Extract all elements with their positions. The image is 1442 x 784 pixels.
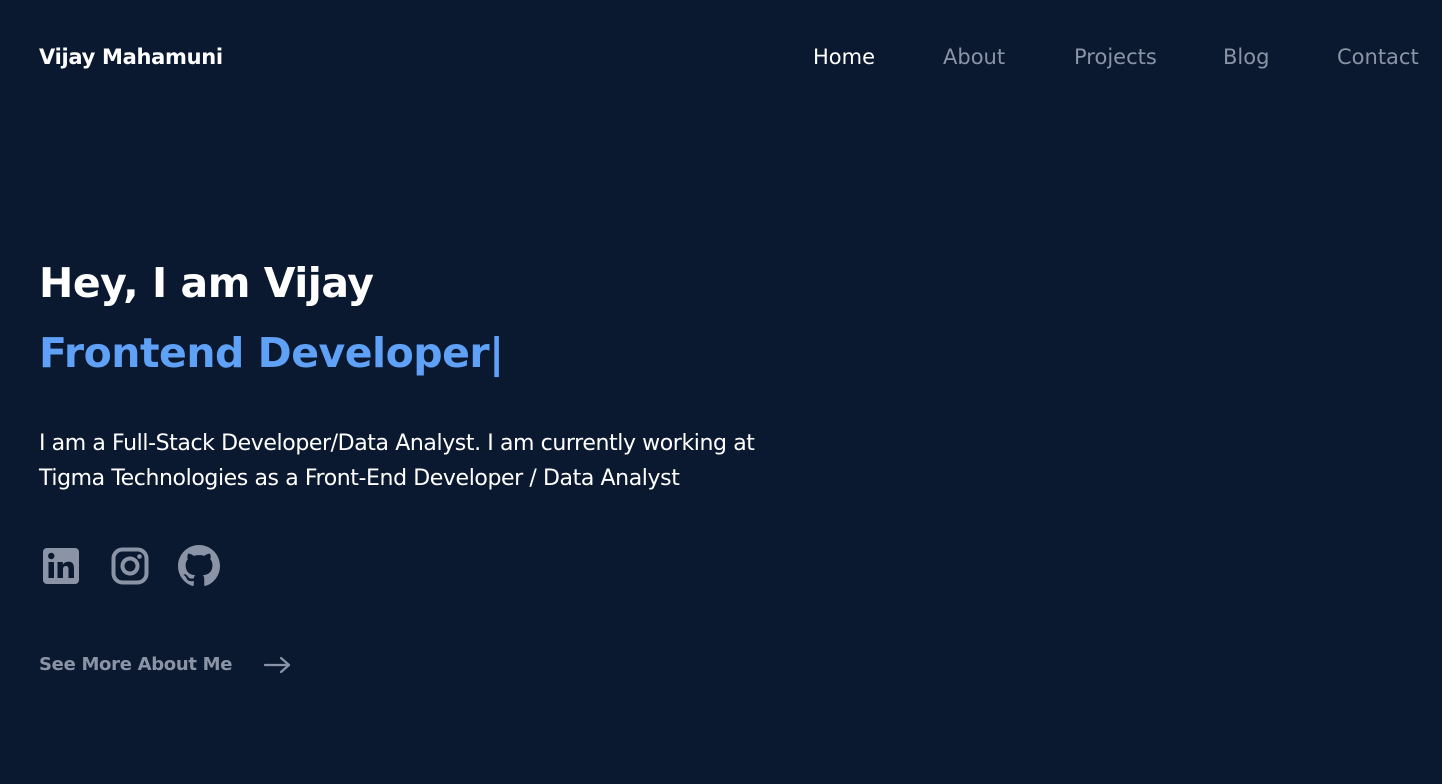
linkedin-icon[interactable] xyxy=(40,545,82,587)
hero-role-typewriter: Frontend Developer| xyxy=(39,329,504,377)
nav-blog[interactable]: Blog xyxy=(1223,43,1269,71)
hero-greeting: Hey, I am Vijay xyxy=(39,259,374,307)
nav-about[interactable]: About xyxy=(943,43,1005,71)
see-more-about-link[interactable]: See More About Me xyxy=(39,651,299,679)
github-icon[interactable] xyxy=(178,545,220,587)
instagram-icon[interactable] xyxy=(109,545,151,587)
nav-home[interactable]: Home xyxy=(813,43,875,71)
arrow-right-icon xyxy=(263,656,291,674)
nav-contact[interactable]: Contact xyxy=(1337,43,1419,71)
main-nav: Home About Projects Blog Contact xyxy=(0,43,1442,71)
hero-description: I am a Full-Stack Developer/Data Analyst… xyxy=(39,431,755,491)
nav-projects[interactable]: Projects xyxy=(1074,43,1157,71)
see-more-label: See More About Me xyxy=(39,654,233,675)
